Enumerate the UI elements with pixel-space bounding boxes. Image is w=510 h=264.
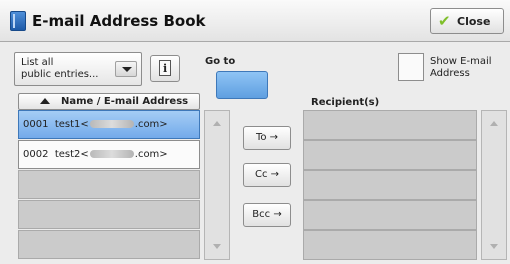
scroll-up-icon[interactable] [490,121,498,126]
column-header-label: Name / E-mail Address [61,96,189,107]
list-item[interactable]: 0002 test2< .com> [18,140,200,169]
list-item-text: 0002 test2< .com> [23,149,168,160]
recipient-slot[interactable] [303,170,477,200]
checkmark-icon: ✔ [438,12,451,30]
close-button-label: Close [457,15,491,28]
address-list-scrollbar[interactable] [204,110,230,260]
address-list: 0001 test1< .com> 0002 test2< .com> [18,110,200,260]
chevron-down-icon [115,61,137,77]
list-item[interactable]: 0001 test1< .com> [18,110,200,139]
to-button[interactable]: To → [243,126,291,150]
recipient-slot[interactable] [303,110,477,140]
recipient-slot[interactable] [303,230,477,260]
recipient-slot[interactable] [303,140,477,170]
list-filter-dropdown[interactable]: List all public entries... [14,52,142,86]
info-icon: i [159,60,171,76]
name-column-header[interactable]: Name / E-mail Address [18,93,200,110]
list-item-empty[interactable] [18,170,200,199]
close-button[interactable]: ✔ Close [430,8,504,34]
recipients-label: Recipient(s) [311,97,380,108]
goto-label: Go to [205,56,236,67]
redacted-text [89,120,134,128]
scroll-down-icon[interactable] [490,244,498,249]
list-filter-value: List all public entries... [21,57,113,81]
bcc-button[interactable]: Bcc → [243,203,291,227]
sort-ascending-icon [40,98,50,104]
list-filter-text: List all public entries... [21,57,99,80]
recipient-slot[interactable] [303,200,477,230]
scroll-up-icon[interactable] [213,121,221,126]
title-bar: E-mail Address Book ✔ Close [0,0,510,42]
address-book-icon [10,11,26,31]
show-email-checkbox[interactable] [398,53,424,81]
recipients-scrollbar[interactable] [481,110,507,260]
list-item-text: 0001 test1< .com> [23,119,168,130]
list-item-empty[interactable] [18,230,200,259]
window-title: E-mail Address Book [32,12,206,30]
show-email-label: Show E-mail Address [430,56,492,79]
redacted-text [89,150,134,158]
cc-button[interactable]: Cc → [243,163,291,187]
info-button[interactable]: i [150,55,180,82]
list-item-empty[interactable] [18,200,200,229]
scroll-down-icon[interactable] [213,244,221,249]
goto-input-button[interactable] [216,71,268,99]
